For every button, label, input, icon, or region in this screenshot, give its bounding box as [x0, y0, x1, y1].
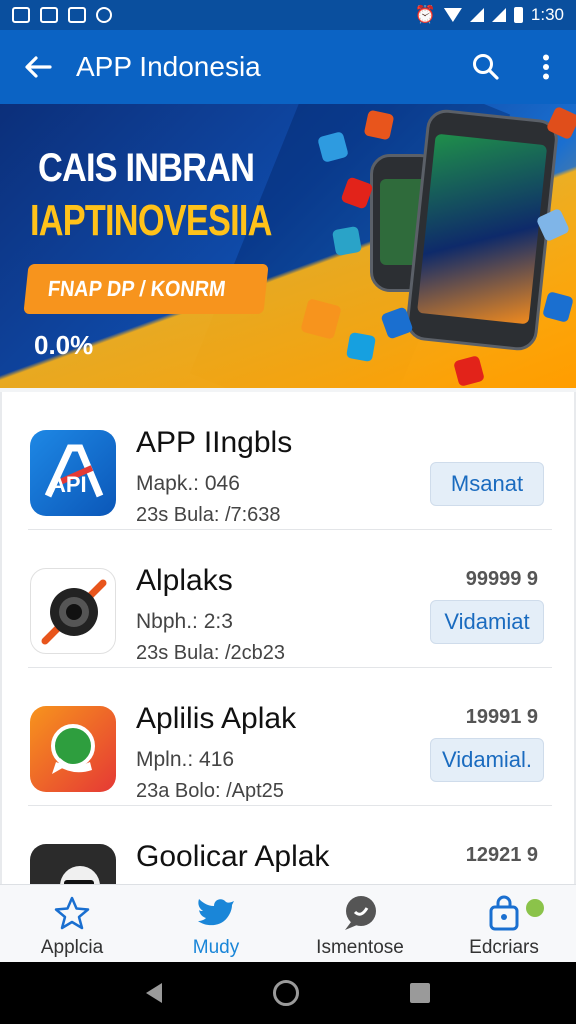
- nav-label: Applcia: [40, 937, 104, 958]
- app-list: API APP IIngbls Mapk.: 046 23s Bula: /7:…: [0, 392, 576, 884]
- battery-icon: [513, 7, 523, 23]
- banner-cta-button[interactable]: FNAP DP / KONRM: [23, 264, 269, 314]
- alarm-icon: ⏰: [414, 5, 436, 24]
- signal-icon-2: [491, 8, 506, 22]
- app-meta-size: Mapk.: 046: [136, 472, 240, 495]
- page-title: APP Indonesia: [76, 51, 261, 82]
- app-meta-build: 23s Bula: /2cb23: [136, 642, 285, 664]
- system-navigation-bar: [0, 962, 576, 1024]
- banner-cta-label: FNAP DP / KONRM: [46, 276, 227, 301]
- app-row[interactable]: Alplaks Nbph.: 2:3 23s Bula: /2cb23 9999…: [2, 530, 574, 668]
- promo-banner[interactable]: CAIS INBRAN IAPTINOVESIIA FNAP DP / KONR…: [0, 104, 576, 388]
- more-options-button[interactable]: [516, 30, 576, 104]
- chat-logo-graphic: [51, 724, 95, 774]
- app-rating: 12921 9: [465, 844, 538, 866]
- nav-label: Ismentose: [316, 937, 404, 958]
- floating-app-icon: [331, 225, 363, 257]
- image-notification-icon: [12, 7, 30, 23]
- app-meta-build: 23a Bolo: /Apt25: [136, 780, 284, 802]
- bottom-navigation: Applcia Mudy Ismentose Edcriars: [0, 884, 576, 962]
- banner-subheadline: IAPTINOVESIIA: [30, 196, 272, 245]
- signal-icon: [469, 8, 484, 22]
- app-row[interactable]: Aplilis Aplak Mpln.: 416 23a Bolo: /Apt2…: [2, 668, 574, 806]
- wifi-icon: [443, 8, 462, 22]
- camera-lens-icon: [30, 568, 116, 654]
- app-row[interactable]: Goolicar Aplak 12921 9: [2, 806, 574, 884]
- search-icon: [473, 54, 499, 80]
- lens-graphic: [41, 579, 107, 645]
- app-rating: 99999 9: [465, 568, 538, 590]
- star-icon: [52, 895, 92, 931]
- status-time: 1:30: [530, 5, 564, 24]
- app-notification-icon: [40, 7, 58, 23]
- app-meta-size: Nbph.: 2:3: [136, 610, 233, 633]
- app-name: Alplaks: [136, 564, 233, 597]
- nav-label: Edcriars: [469, 937, 539, 958]
- app-row[interactable]: API APP IIngbls Mapk.: 046 23s Bula: /7:…: [2, 392, 574, 530]
- search-button[interactable]: [456, 30, 516, 104]
- api-app-icon: API: [30, 430, 116, 516]
- svg-text:API: API: [50, 472, 87, 497]
- sync-notification-icon: [68, 7, 86, 23]
- banner-badge: 0.0%: [34, 330, 94, 360]
- floating-app-icon: [345, 331, 377, 363]
- install-button[interactable]: Vidamiat: [430, 600, 544, 644]
- app-bar: APP Indonesia: [0, 30, 576, 104]
- app-rating: 19991 9: [465, 706, 538, 728]
- api-logo-graphic: API: [44, 444, 104, 498]
- notification-icons: [12, 7, 112, 23]
- screen: ⏰ 1:30 APP Indonesia CAIS INBRAN IAPTINO…: [0, 0, 576, 1024]
- app-name: Goolicar Aplak: [136, 840, 330, 873]
- phone-front-screen: [417, 133, 548, 325]
- app-meta-build: 23s Bula: /7:638: [136, 504, 281, 526]
- location-notification-icon: [96, 7, 112, 23]
- character-graphic: [60, 866, 100, 884]
- home-nav-icon[interactable]: [272, 980, 299, 1006]
- nav-item-applcia[interactable]: Applcia: [0, 885, 144, 962]
- app-meta-size: Mpln.: 416: [136, 748, 235, 771]
- bag-icon: [484, 895, 524, 931]
- whatsapp-style-icon: [30, 706, 116, 792]
- phone-front-illustration: [404, 107, 560, 353]
- recents-nav-icon[interactable]: [410, 983, 431, 1003]
- arrow-back-icon: [25, 56, 52, 78]
- status-bar: ⏰ 1:30: [0, 0, 576, 30]
- bird-icon: [196, 895, 236, 931]
- nav-item-edcriars[interactable]: Edcriars: [432, 885, 576, 962]
- nav-item-mudy[interactable]: Mudy: [144, 885, 288, 962]
- system-indicators: ⏰ 1:30: [415, 5, 564, 25]
- back-button[interactable]: [0, 30, 76, 104]
- app-name: Aplilis Aplak: [136, 702, 297, 735]
- character-app-icon: [30, 844, 116, 884]
- floating-app-icon: [363, 109, 395, 141]
- install-button[interactable]: Vidamial.: [430, 738, 544, 782]
- banner-headline: CAIS INBRAN: [38, 146, 255, 190]
- nav-label: Mudy: [192, 937, 240, 958]
- nav-item-ismentose[interactable]: Ismentose: [288, 885, 432, 962]
- install-button[interactable]: Msanat: [430, 462, 544, 506]
- app-name: APP IIngbls: [136, 426, 293, 459]
- back-nav-icon[interactable]: [145, 983, 162, 1003]
- chat-bubble-icon: [340, 895, 380, 931]
- notification-dot: [526, 899, 544, 917]
- more-vert-icon: [543, 54, 549, 80]
